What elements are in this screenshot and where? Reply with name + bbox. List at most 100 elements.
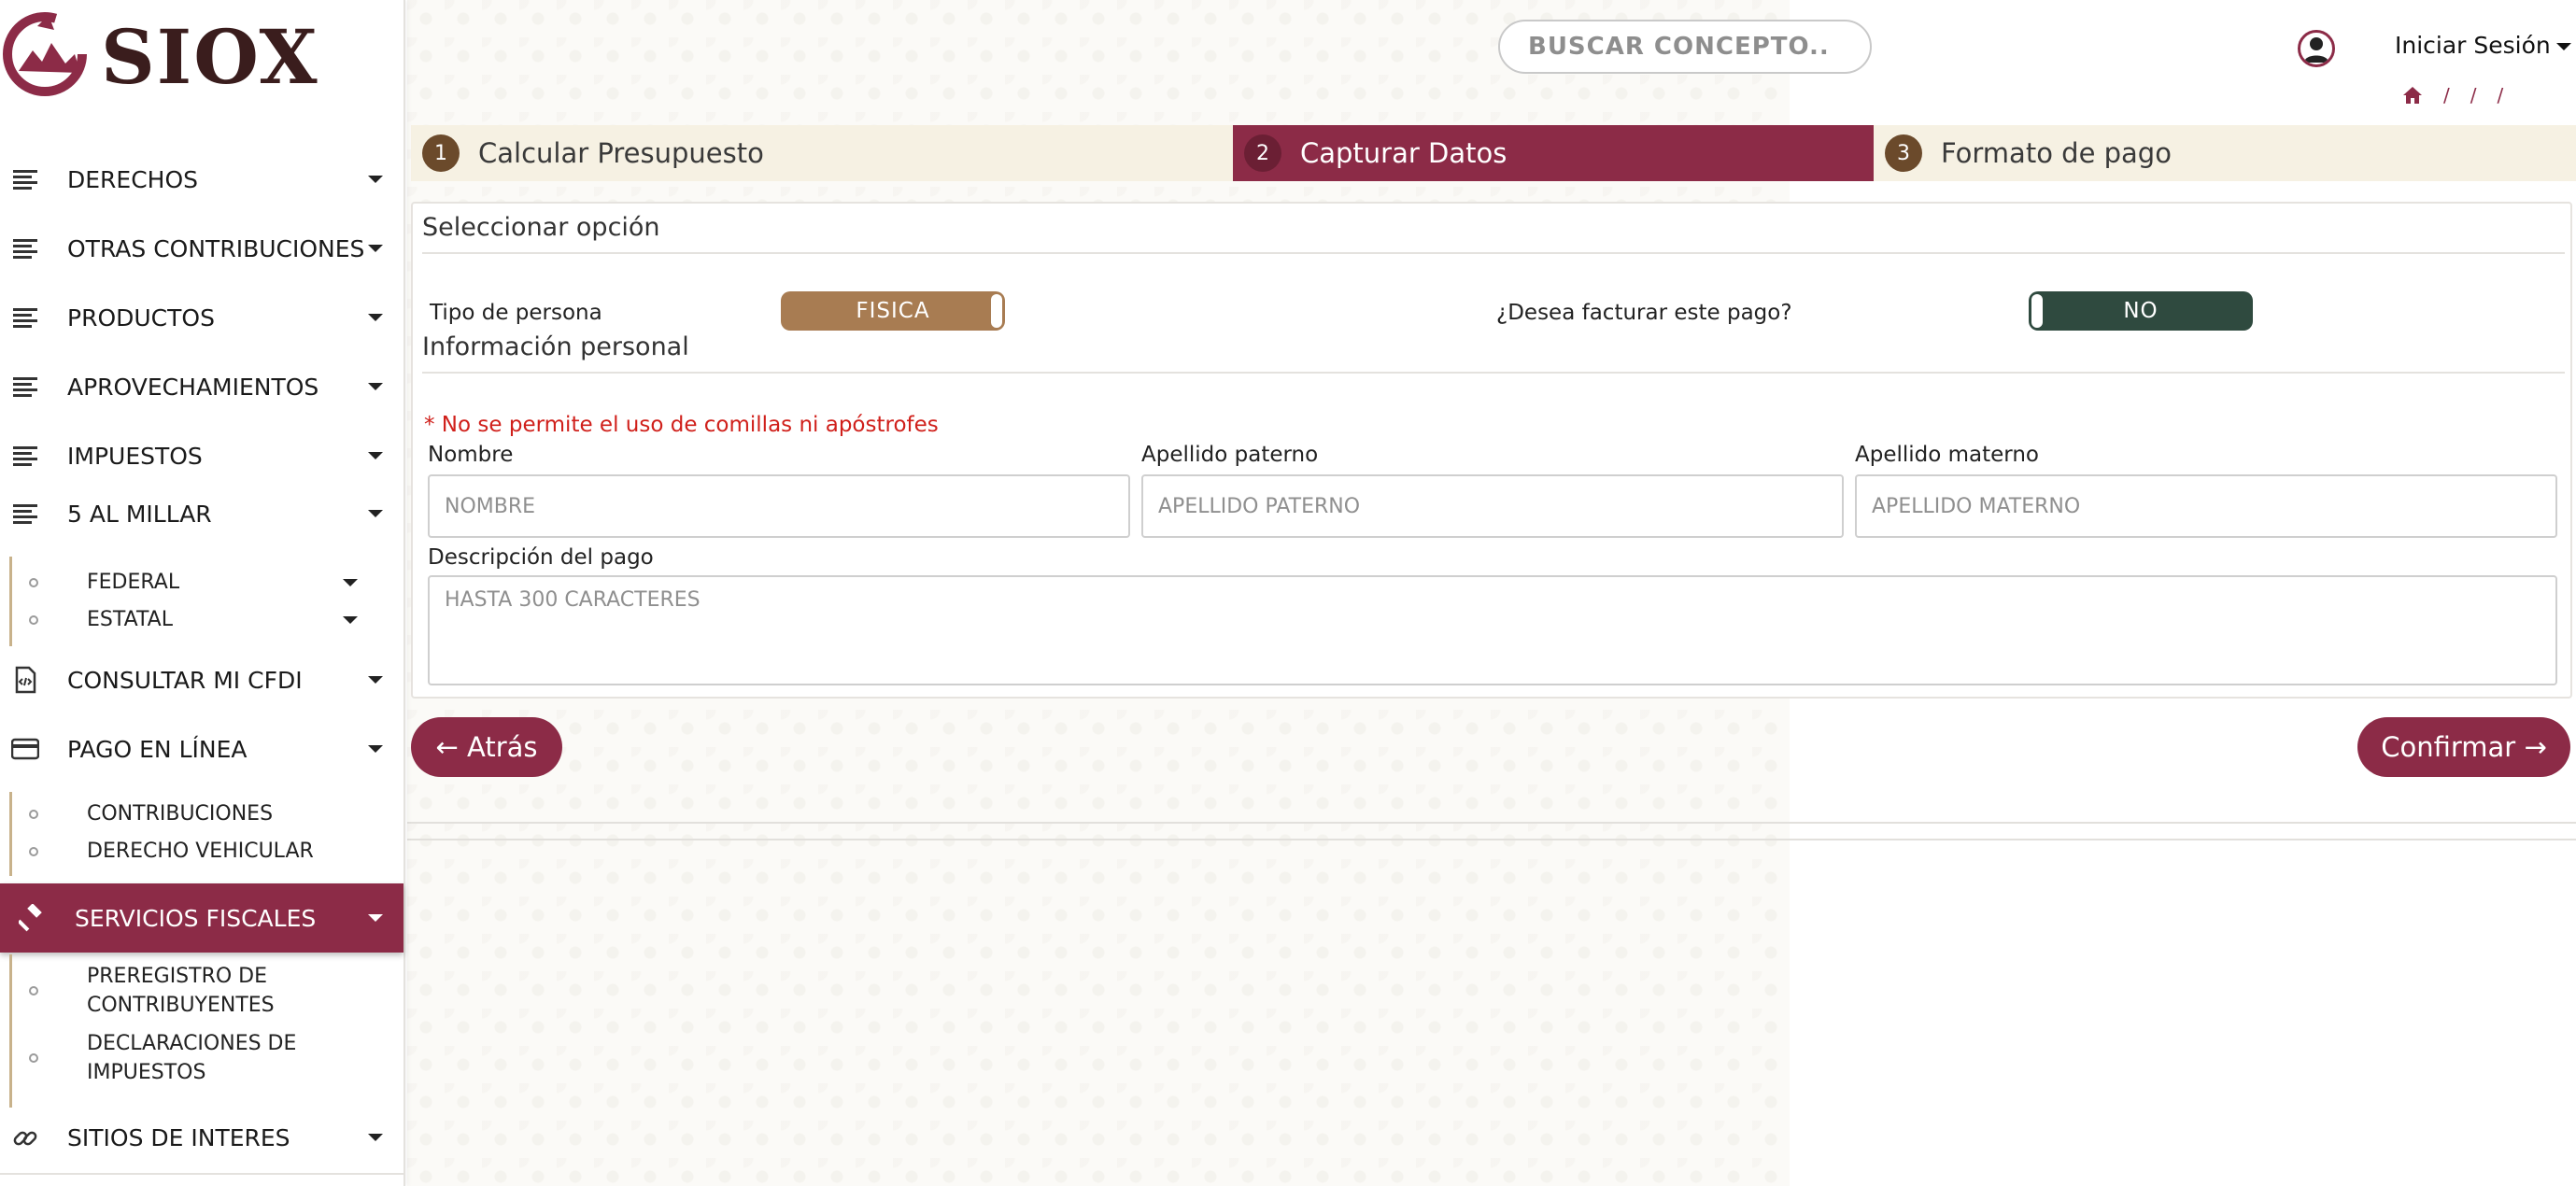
sidebar-subitem-label-line2: CONTRIBUYENTES bbox=[87, 994, 275, 1017]
sidebar-item-label: OTRAS CONTRIBUCIONES bbox=[67, 234, 365, 262]
chevron-down-icon bbox=[2555, 43, 2571, 50]
step-label: Formato de pago bbox=[1941, 137, 2172, 169]
login-label: Iniciar Sesión bbox=[2395, 32, 2551, 59]
sidebar-subitem-label: ESTATAL bbox=[87, 608, 173, 631]
sidebar-item-label: SITIOS DE INTERES bbox=[67, 1123, 290, 1151]
confirm-button[interactable]: Confirmar → bbox=[2357, 717, 2570, 777]
stepper: 1 Calcular Presupuesto 2 Capturar Datos … bbox=[411, 125, 2576, 181]
person-icon bbox=[2304, 37, 2328, 63]
sidebar-item-label: PAGO EN LÍNEA bbox=[67, 735, 248, 763]
siox-emblem-icon bbox=[3, 12, 87, 96]
section-divider bbox=[422, 372, 2565, 374]
sidebar-item-label: DERECHOS bbox=[67, 165, 199, 193]
section-title-informacion-personal: Información personal bbox=[422, 332, 689, 361]
chevron-down-icon bbox=[368, 176, 383, 183]
nombre-label: Nombre bbox=[428, 443, 514, 467]
sidebar-item-5-al-millar[interactable]: 5 AL MILLAR bbox=[0, 486, 403, 542]
sidebar-subitem-estatal[interactable]: ESTATAL bbox=[12, 603, 395, 637]
sidebar-subitem-label-line1: DECLARACIONES DE bbox=[87, 1032, 297, 1055]
user-avatar-icon[interactable] bbox=[2298, 30, 2335, 67]
chevron-down-icon bbox=[343, 616, 358, 624]
list-icon bbox=[13, 170, 37, 190]
toggle-knob bbox=[991, 294, 1002, 328]
back-button[interactable]: ← Atrás bbox=[411, 717, 562, 777]
person-type-value: FISICA bbox=[856, 299, 930, 323]
sidebar-divider bbox=[0, 1173, 403, 1175]
chevron-down-icon bbox=[368, 245, 383, 252]
page-divider bbox=[407, 822, 2576, 824]
sidebar-item-productos[interactable]: PRODUCTOS bbox=[0, 289, 403, 346]
sidebar-subitem-derecho-vehicular[interactable]: DERECHO VEHICULAR bbox=[12, 835, 395, 868]
chevron-down-icon bbox=[368, 676, 383, 684]
step-number: 3 bbox=[1885, 134, 1922, 172]
sidebar-subitem-label-line2: IMPUESTOS bbox=[87, 1061, 206, 1084]
bullet-icon bbox=[29, 1053, 38, 1063]
nombre-input[interactable] bbox=[428, 474, 1130, 538]
sidebar-item-derechos[interactable]: DERECHOS bbox=[0, 151, 403, 207]
chevron-down-icon bbox=[343, 579, 358, 586]
sidebar-item-servicios-fiscales[interactable]: SERVICIOS FISCALES bbox=[0, 883, 403, 953]
sidebar-subitem-contribuciones[interactable]: CONTRIBUCIONES bbox=[12, 798, 395, 831]
apellido-paterno-label: Apellido paterno bbox=[1141, 443, 1319, 467]
list-icon bbox=[13, 377, 37, 397]
person-type-label: Tipo de persona bbox=[430, 301, 602, 325]
link-icon bbox=[13, 1131, 37, 1146]
chevron-down-icon bbox=[368, 383, 383, 390]
invoice-toggle[interactable]: NO bbox=[2029, 291, 2253, 331]
chevron-down-icon bbox=[368, 745, 383, 753]
list-icon bbox=[13, 504, 37, 524]
breadcrumb-separator: / bbox=[2497, 84, 2504, 106]
sidebar-subitem-label-line1: PREREGISTRO DE bbox=[87, 965, 268, 988]
step-calcular-presupuesto[interactable]: 1 Calcular Presupuesto bbox=[411, 125, 1220, 181]
sidebar-item-otras-contribuciones[interactable]: OTRAS CONTRIBUCIONES bbox=[0, 220, 403, 276]
sidebar-item-label: APROVECHAMIENTOS bbox=[67, 373, 319, 401]
step-formato-de-pago[interactable]: 3 Formato de pago bbox=[1874, 125, 2576, 181]
sidebar-subitem-label: CONTRIBUCIONES bbox=[87, 802, 274, 826]
bullet-icon bbox=[29, 986, 38, 995]
section-title-seleccionar: Seleccionar opción bbox=[422, 213, 660, 242]
step-label: Calcular Presupuesto bbox=[478, 137, 764, 169]
sidebar-item-impuestos[interactable]: IMPUESTOS bbox=[0, 428, 403, 484]
person-type-toggle[interactable]: FISICA bbox=[781, 291, 1005, 331]
home-icon[interactable] bbox=[2402, 86, 2423, 105]
sidebar-subitem-federal[interactable]: FEDERAL bbox=[12, 566, 395, 600]
sidebar-item-pago-en-linea[interactable]: PAGO EN LÍNEA bbox=[0, 721, 403, 777]
form-panel: Seleccionar opción Tipo de persona FISIC… bbox=[411, 202, 2572, 699]
step-label: Capturar Datos bbox=[1300, 137, 1507, 169]
section-divider bbox=[422, 252, 2565, 254]
search-input[interactable] bbox=[1498, 20, 1872, 74]
apellido-paterno-input[interactable] bbox=[1141, 474, 1844, 538]
submenu-5-al-millar: FEDERAL ESTATAL bbox=[9, 557, 402, 646]
bullet-icon bbox=[29, 615, 38, 625]
sidebar-item-sitios-de-interes[interactable]: SITIOS DE INTERES bbox=[0, 1109, 403, 1165]
credit-card-icon bbox=[11, 738, 39, 760]
step-number: 1 bbox=[422, 134, 460, 172]
quotes-warning: * No se permite el uso de comillas ni ap… bbox=[424, 413, 939, 437]
invoice-question-label: ¿Desea facturar este pago? bbox=[1496, 301, 1792, 325]
chevron-down-icon bbox=[368, 314, 383, 321]
bullet-icon bbox=[29, 847, 38, 856]
login-menu[interactable]: Iniciar Sesión bbox=[2395, 32, 2571, 59]
toggle-knob bbox=[2031, 294, 2043, 328]
sidebar-subitem-preregistro[interactable]: PREREGISTRO DE CONTRIBUYENTES bbox=[12, 962, 395, 1020]
gavel-icon bbox=[19, 904, 42, 932]
sidebar-item-consultar-cfdi[interactable]: CONSULTAR MI CFDI bbox=[0, 652, 403, 708]
bullet-icon bbox=[29, 810, 38, 819]
sidebar-subitem-declaraciones[interactable]: DECLARACIONES DE IMPUESTOS bbox=[12, 1029, 395, 1087]
submenu-pago-en-linea: CONTRIBUCIONES DERECHO VEHICULAR bbox=[9, 792, 402, 876]
apellido-materno-input[interactable] bbox=[1855, 474, 2557, 538]
descripcion-label: Descripción del pago bbox=[428, 545, 654, 570]
sidebar-subitem-label: DERECHO VEHICULAR bbox=[87, 840, 314, 863]
step-number: 2 bbox=[1244, 134, 1281, 172]
siox-logo[interactable]: SIOX bbox=[0, 6, 318, 101]
sidebar: SIOX DERECHOS OTRAS CONTRIBUCIONES PRODU… bbox=[0, 0, 405, 1186]
bullet-icon bbox=[29, 578, 38, 587]
breadcrumb: / / / bbox=[2402, 84, 2503, 106]
sidebar-item-label: 5 AL MILLAR bbox=[67, 500, 212, 528]
sidebar-item-aprovechamientos[interactable]: APROVECHAMIENTOS bbox=[0, 359, 403, 415]
sidebar-item-label: CONSULTAR MI CFDI bbox=[67, 666, 303, 694]
sidebar-item-label: SERVICIOS FISCALES bbox=[75, 904, 317, 932]
step-capturar-datos[interactable]: 2 Capturar Datos bbox=[1233, 125, 1874, 181]
breadcrumb-separator: / bbox=[2470, 84, 2477, 106]
descripcion-textarea[interactable] bbox=[428, 575, 2557, 685]
